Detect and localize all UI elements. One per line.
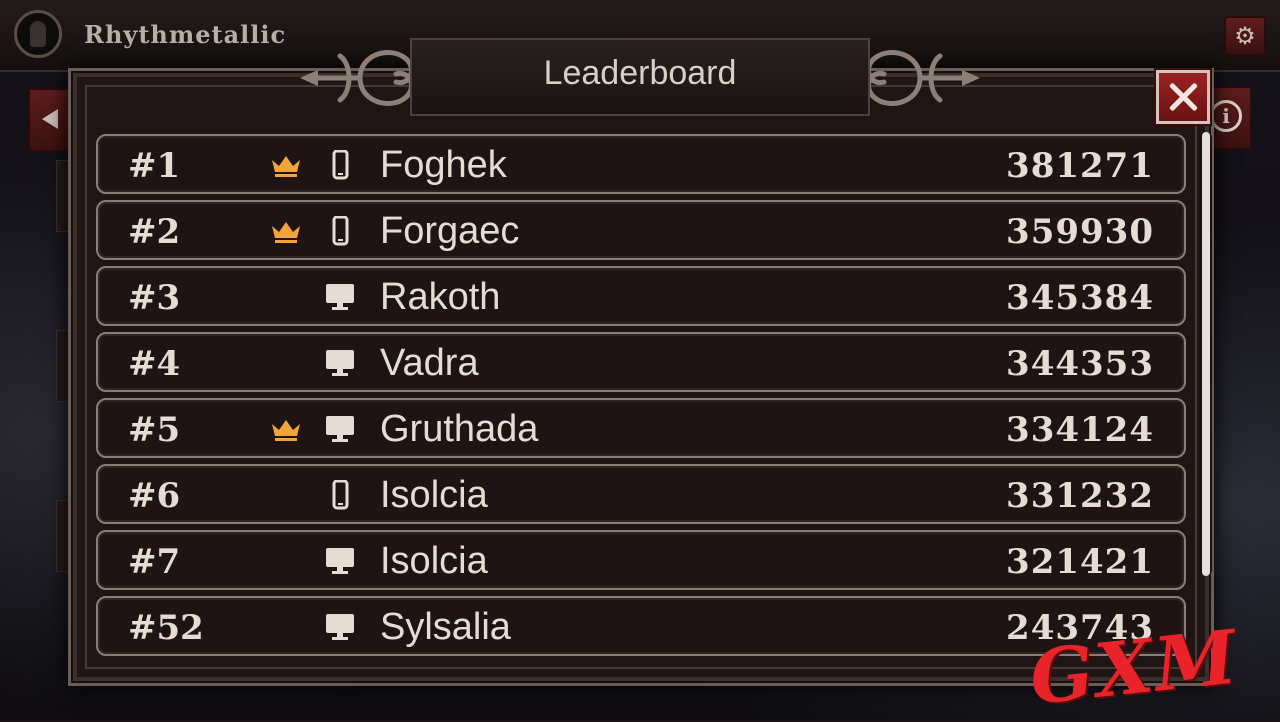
player-name: Forgaec [380,210,520,252]
rank-label: #5 [128,410,181,450]
monitor-icon [324,282,356,312]
rank-label: #52 [128,608,204,648]
gear-icon: ⚙ [1234,22,1256,50]
scrollbar[interactable] [1200,132,1212,576]
player-name: Foghek [380,144,507,186]
player-name: Rakoth [380,276,501,318]
leaderboard-row[interactable]: #52 Sylsalia 243743 [96,596,1186,656]
rank-label: #6 [128,476,181,516]
settings-button[interactable]: ⚙ [1224,16,1266,56]
scrollbar-thumb[interactable] [1202,132,1210,576]
player-score: 321421 [1006,542,1154,582]
leaderboard-row[interactable]: #5 Gruthada 334124 [96,398,1186,458]
crown-icon [270,418,302,442]
close-button[interactable] [1156,70,1210,124]
monitor-icon [324,414,356,444]
leaderboard-row[interactable]: #4 Vadra 344353 [96,332,1186,392]
leaderboard-list: #1 Foghek 381271 #2 Forgaec 359930 #3 Rakoth 345… [96,134,1186,662]
phone-icon [324,149,356,180]
player-score: 359930 [1006,212,1154,252]
rank-label: #4 [128,344,181,384]
player-score: 381271 [1006,146,1154,186]
player-name: Isolcia [380,540,488,582]
rank-label: #3 [128,278,181,318]
leaderboard-row[interactable]: #2 Forgaec 359930 [96,200,1186,260]
leaderboard-row[interactable]: #3 Rakoth 345384 [96,266,1186,326]
info-icon: i [1210,100,1242,132]
leaderboard-row[interactable]: #7 Isolcia 321421 [96,530,1186,590]
rank-label: #2 [128,212,181,252]
crown-icon [270,220,302,244]
monitor-icon [324,546,356,576]
crown-icon [270,154,302,178]
rank-label: #7 [128,542,181,582]
modal-title: Leaderboard [543,54,737,92]
player-name: Isolcia [380,474,488,516]
rank-label: #1 [128,146,181,186]
player-name: Gruthada [380,408,539,450]
player-score: 334124 [1006,410,1154,450]
avatar-icon[interactable] [14,10,62,58]
app-title: Rhythmetallic [84,20,287,49]
player-name: Sylsalia [380,606,511,648]
leaderboard-row[interactable]: #6 Isolcia 331232 [96,464,1186,524]
leaderboard-row[interactable]: #1 Foghek 381271 [96,134,1186,194]
phone-icon [324,479,356,510]
player-name: Vadra [380,342,479,384]
player-score: 345384 [1006,278,1154,318]
monitor-icon [324,348,356,378]
player-score: 344353 [1006,344,1154,384]
phone-icon [324,215,356,246]
monitor-icon [324,612,356,642]
player-score: 331232 [1006,476,1154,516]
